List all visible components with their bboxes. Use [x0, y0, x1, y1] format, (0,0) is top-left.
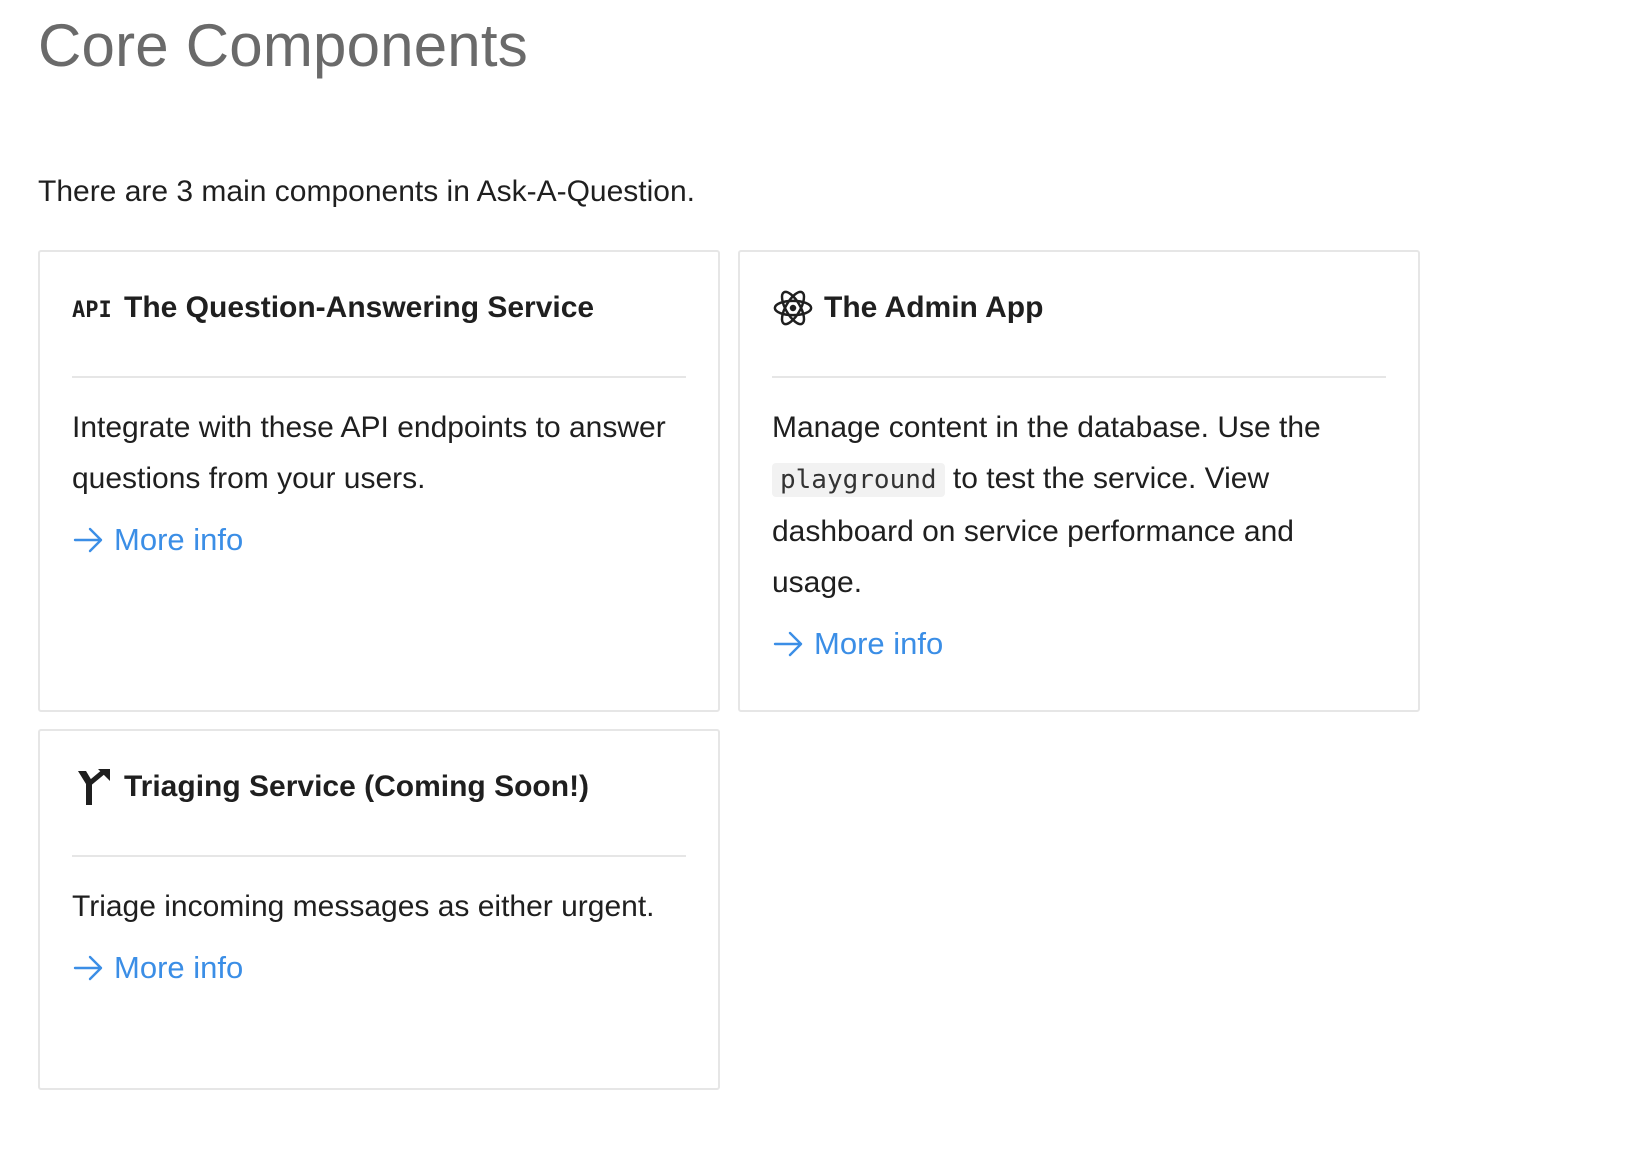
page-title: Core Components	[38, 12, 528, 79]
card-triaging-service: Triaging Service (Coming Soon!) Triage i…	[38, 729, 720, 1090]
page-content: Core Components There are 3 main compone…	[38, 0, 1538, 1090]
card-header: API The Question-Answering Service	[72, 286, 686, 378]
description-text: Manage content in the database. Use the	[772, 411, 1321, 444]
triage-split-icon	[72, 765, 114, 809]
card-description: Integrate with these API endpoints to an…	[72, 411, 666, 495]
api-icon: API	[72, 286, 114, 330]
card-header: The Admin App	[772, 286, 1386, 378]
card-header: Triaging Service (Coming Soon!)	[72, 765, 686, 857]
react-atom-icon	[772, 286, 814, 330]
arrow-right-icon	[73, 955, 103, 981]
card-title: Triaging Service (Coming Soon!)	[124, 770, 590, 803]
card-admin-app: The Admin App Manage content in the data…	[738, 250, 1420, 712]
more-info-link[interactable]: More info	[72, 948, 243, 988]
card-body: Manage content in the database. Use the …	[772, 402, 1386, 675]
more-info-label: More info	[114, 522, 244, 557]
arrow-right-icon	[73, 527, 103, 553]
more-info-label: More info	[114, 950, 244, 985]
more-info-link[interactable]: More info	[72, 520, 243, 560]
svg-text:API: API	[72, 298, 112, 321]
card-title: The Question-Answering Service	[124, 291, 595, 324]
card-question-answering-service: API The Question-Answering Service Integ…	[38, 250, 720, 712]
more-info-label: More info	[814, 626, 944, 661]
intro-text: There are 3 main components in Ask-A-Que…	[38, 175, 695, 208]
card-title: The Admin App	[824, 291, 1044, 324]
inline-code: playground	[772, 463, 945, 497]
card-body: Triage incoming messages as either urgen…	[72, 881, 686, 999]
card-body: Integrate with these API endpoints to an…	[72, 402, 686, 571]
more-info-link[interactable]: More info	[772, 624, 943, 664]
card-description: Manage content in the database. Use the …	[772, 402, 1386, 608]
arrow-right-icon	[773, 631, 803, 657]
card-description: Triage incoming messages as either urgen…	[72, 890, 655, 923]
